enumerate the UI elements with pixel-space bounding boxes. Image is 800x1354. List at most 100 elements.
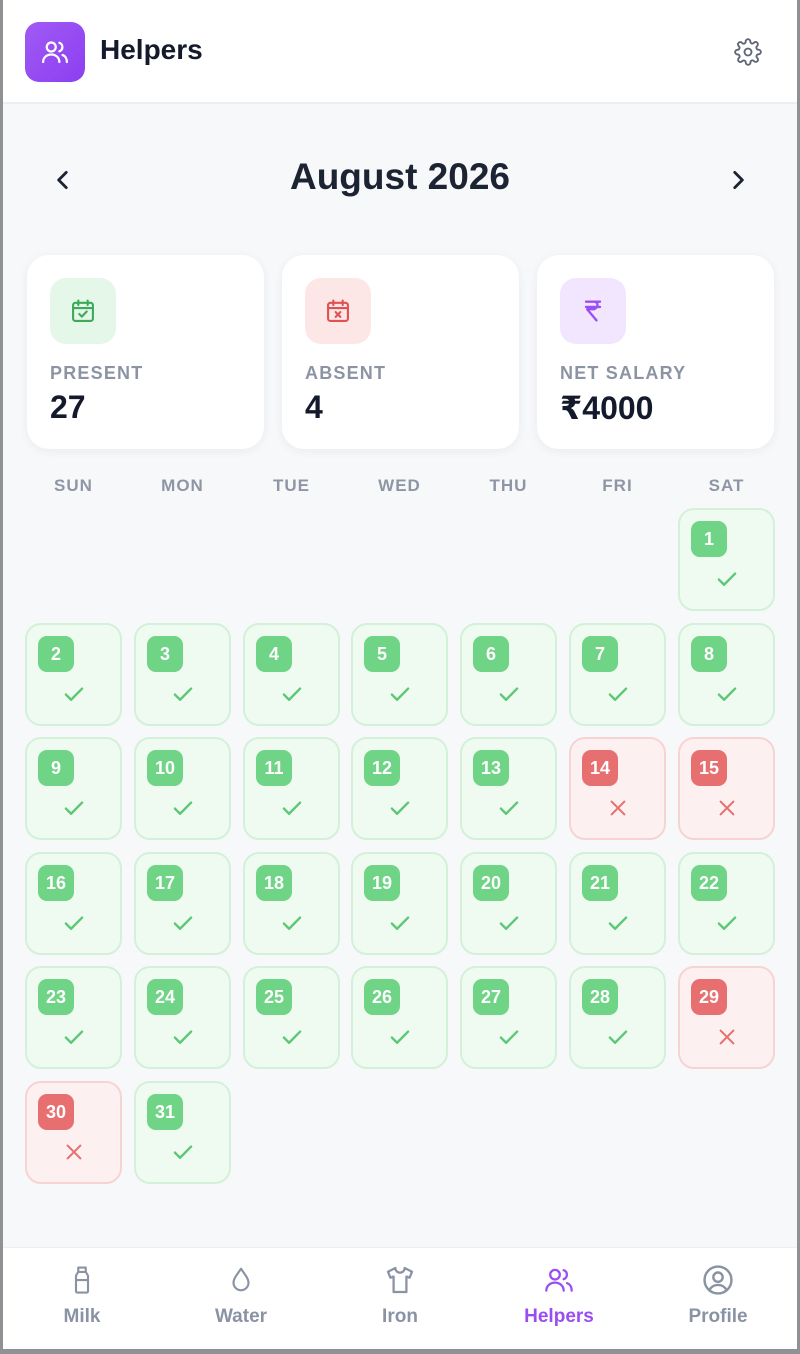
day-number-badge: 23 [38, 979, 74, 1015]
month-title: August 2026 [289, 156, 510, 197]
day-number-badge: 16 [38, 865, 74, 901]
app-header: Helpers [3, 0, 797, 104]
check-icon [387, 681, 413, 707]
close-icon [605, 795, 631, 821]
calendar-day-19[interactable]: 19 [351, 852, 448, 955]
day-number-badge: 18 [256, 865, 292, 901]
calendar-day-7[interactable]: 7 [569, 623, 666, 726]
check-icon [605, 910, 631, 936]
calendar-day-30[interactable]: 30 [25, 1081, 122, 1184]
calendar-day-17[interactable]: 17 [134, 852, 231, 955]
calendar-day-9[interactable]: 9 [25, 737, 122, 840]
stat-value: 4 [305, 389, 323, 425]
day-number-badge: 10 [147, 750, 183, 786]
nav-item-water[interactable]: Water [162, 1248, 320, 1349]
check-icon [170, 1024, 196, 1050]
day-number-badge: 30 [38, 1094, 74, 1130]
calendar-day-27[interactable]: 27 [460, 966, 557, 1069]
close-icon [61, 1139, 87, 1165]
stat-value: ₹4000 [560, 390, 654, 426]
check-icon [605, 681, 631, 707]
close-icon [714, 1024, 740, 1050]
calendar-day-8[interactable]: 8 [678, 623, 775, 726]
check-icon [61, 795, 87, 821]
day-number-badge: 7 [582, 636, 618, 672]
weekday-label: THU [489, 476, 528, 495]
calendar-day-12[interactable]: 12 [351, 737, 448, 840]
calendar-day-16[interactable]: 16 [25, 852, 122, 955]
absent-stat-card: ABSENT 4 [282, 255, 519, 449]
calendar-x-icon [305, 278, 371, 344]
day-number-badge: 15 [691, 750, 727, 786]
calendar-day-26[interactable]: 26 [351, 966, 448, 1069]
nav-item-profile[interactable]: Profile [639, 1248, 797, 1349]
app-screen: Helpers August 2026 PRESENT 27 ABSENT 4 … [3, 0, 797, 1349]
check-icon [496, 1024, 522, 1050]
calendar-day-25[interactable]: 25 [243, 966, 340, 1069]
weekday-label: SUN [54, 476, 93, 495]
nav-item-label: Milk [63, 1306, 101, 1327]
day-number-badge: 5 [364, 636, 400, 672]
calendar-day-31[interactable]: 31 [134, 1081, 231, 1184]
calendar-day-22[interactable]: 22 [678, 852, 775, 955]
calendar-day-20[interactable]: 20 [460, 852, 557, 955]
day-number-badge: 21 [582, 865, 618, 901]
day-number-badge: 11 [256, 750, 292, 786]
check-icon [279, 681, 305, 707]
nav-item-helpers[interactable]: Helpers [480, 1248, 638, 1349]
close-icon [714, 795, 740, 821]
calendar-day-11[interactable]: 11 [243, 737, 340, 840]
calendar-day-23[interactable]: 23 [25, 966, 122, 1069]
day-number-badge: 6 [473, 636, 509, 672]
milk-bottle-icon [64, 1262, 100, 1298]
chevron-right-icon[interactable] [718, 160, 758, 200]
day-number-badge: 4 [256, 636, 292, 672]
weekday-label: TUE [273, 476, 310, 495]
check-icon [170, 910, 196, 936]
calendar-day-2[interactable]: 2 [25, 623, 122, 726]
nav-item-label: Iron [382, 1306, 418, 1327]
day-number-badge: 8 [691, 636, 727, 672]
calendar-day-15[interactable]: 15 [678, 737, 775, 840]
nav-item-label: Water [214, 1306, 268, 1327]
calendar-day-21[interactable]: 21 [569, 852, 666, 955]
nav-item-milk[interactable]: Milk [3, 1248, 161, 1349]
day-number-badge: 13 [473, 750, 509, 786]
check-icon [61, 910, 87, 936]
stat-label: PRESENT [50, 363, 144, 383]
bottom-nav: Milk Water Iron Helpers Profile [3, 1247, 797, 1349]
salary-stat-card: NET SALARY ₹4000 [537, 255, 774, 449]
calendar-check-icon [50, 278, 116, 344]
calendar-day-14[interactable]: 14 [569, 737, 666, 840]
day-number-badge: 25 [256, 979, 292, 1015]
rupee-icon [560, 278, 626, 344]
calendar-day-3[interactable]: 3 [134, 623, 231, 726]
gear-icon[interactable] [732, 36, 764, 68]
calendar-day-6[interactable]: 6 [460, 623, 557, 726]
calendar-day-24[interactable]: 24 [134, 966, 231, 1069]
calendar-day-1[interactable]: 1 [678, 508, 775, 611]
calendar-day-5[interactable]: 5 [351, 623, 448, 726]
day-number-badge: 24 [147, 979, 183, 1015]
users-icon [541, 1262, 577, 1298]
stat-label: ABSENT [305, 363, 387, 383]
day-number-badge: 28 [582, 979, 618, 1015]
check-icon [279, 1024, 305, 1050]
check-icon [61, 681, 87, 707]
nav-item-label: Profile [688, 1306, 748, 1327]
day-number-badge: 17 [147, 865, 183, 901]
weekday-label: SAT [708, 476, 745, 495]
calendar-day-29[interactable]: 29 [678, 966, 775, 1069]
calendar-day-28[interactable]: 28 [569, 966, 666, 1069]
calendar-day-13[interactable]: 13 [460, 737, 557, 840]
calendar-day-4[interactable]: 4 [243, 623, 340, 726]
calendar-day-10[interactable]: 10 [134, 737, 231, 840]
stat-label: NET SALARY [560, 363, 687, 383]
day-number-badge: 26 [364, 979, 400, 1015]
day-number-badge: 3 [147, 636, 183, 672]
nav-item-iron[interactable]: Iron [321, 1248, 479, 1349]
check-icon [714, 681, 740, 707]
calendar-day-18[interactable]: 18 [243, 852, 340, 955]
check-icon [496, 910, 522, 936]
check-icon [496, 795, 522, 821]
